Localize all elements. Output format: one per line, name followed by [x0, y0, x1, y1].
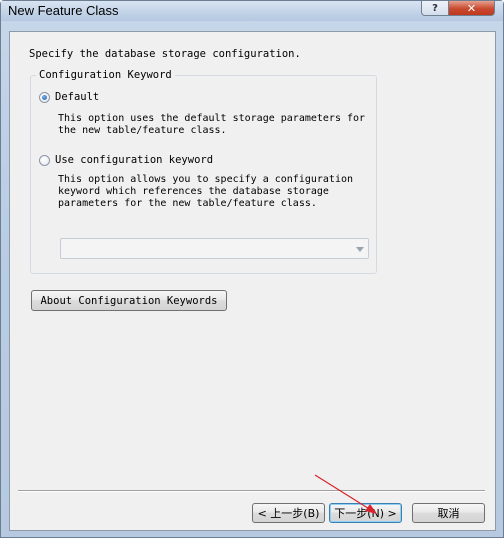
- close-button[interactable]: ✕: [448, 1, 495, 16]
- page-instruction: Specify the database storage configurati…: [29, 48, 301, 60]
- description-line: This option uses the default storage par…: [58, 113, 366, 124]
- about-configuration-keywords-button[interactable]: About Configuration Keywords: [31, 290, 227, 311]
- keyword-radio[interactable]: [39, 154, 50, 166]
- default-radio[interactable]: [39, 91, 50, 103]
- default-option-description: This option uses the default storage par…: [58, 113, 365, 137]
- keyword-option[interactable]: Use configuration keyword: [39, 154, 213, 166]
- default-radio-label[interactable]: Default: [55, 91, 99, 103]
- help-icon: ?: [432, 2, 438, 14]
- keyword-combo[interactable]: [60, 238, 369, 259]
- keyword-option-description: This option allows you to specify a conf…: [58, 174, 353, 210]
- description-line: the new table/feature class.: [58, 125, 227, 136]
- window-title: New Feature Class: [8, 3, 119, 18]
- keyword-radio-label[interactable]: Use configuration keyword: [55, 154, 213, 166]
- cancel-button[interactable]: 取消: [412, 503, 485, 523]
- dialog-window: New Feature Class ? ✕ Specify the databa…: [0, 0, 504, 538]
- back-button[interactable]: < 上一步(B): [252, 503, 325, 523]
- description-line: keyword which references the database st…: [58, 186, 329, 197]
- configuration-keyword-group: Configuration Keyword Default This optio…: [30, 69, 377, 274]
- close-icon: ✕: [466, 1, 477, 15]
- footer-divider: [18, 490, 485, 492]
- chevron-down-icon[interactable]: [356, 247, 364, 252]
- default-option[interactable]: Default: [39, 91, 99, 103]
- next-button[interactable]: 下一步(N) >: [329, 503, 402, 523]
- group-legend: Configuration Keyword: [36, 69, 175, 82]
- wizard-page: Specify the database storage configurati…: [9, 31, 496, 531]
- description-line: parameters for the new table/feature cla…: [58, 198, 317, 209]
- description-line: This option allows you to specify a conf…: [58, 174, 354, 185]
- help-button[interactable]: ?: [421, 1, 449, 16]
